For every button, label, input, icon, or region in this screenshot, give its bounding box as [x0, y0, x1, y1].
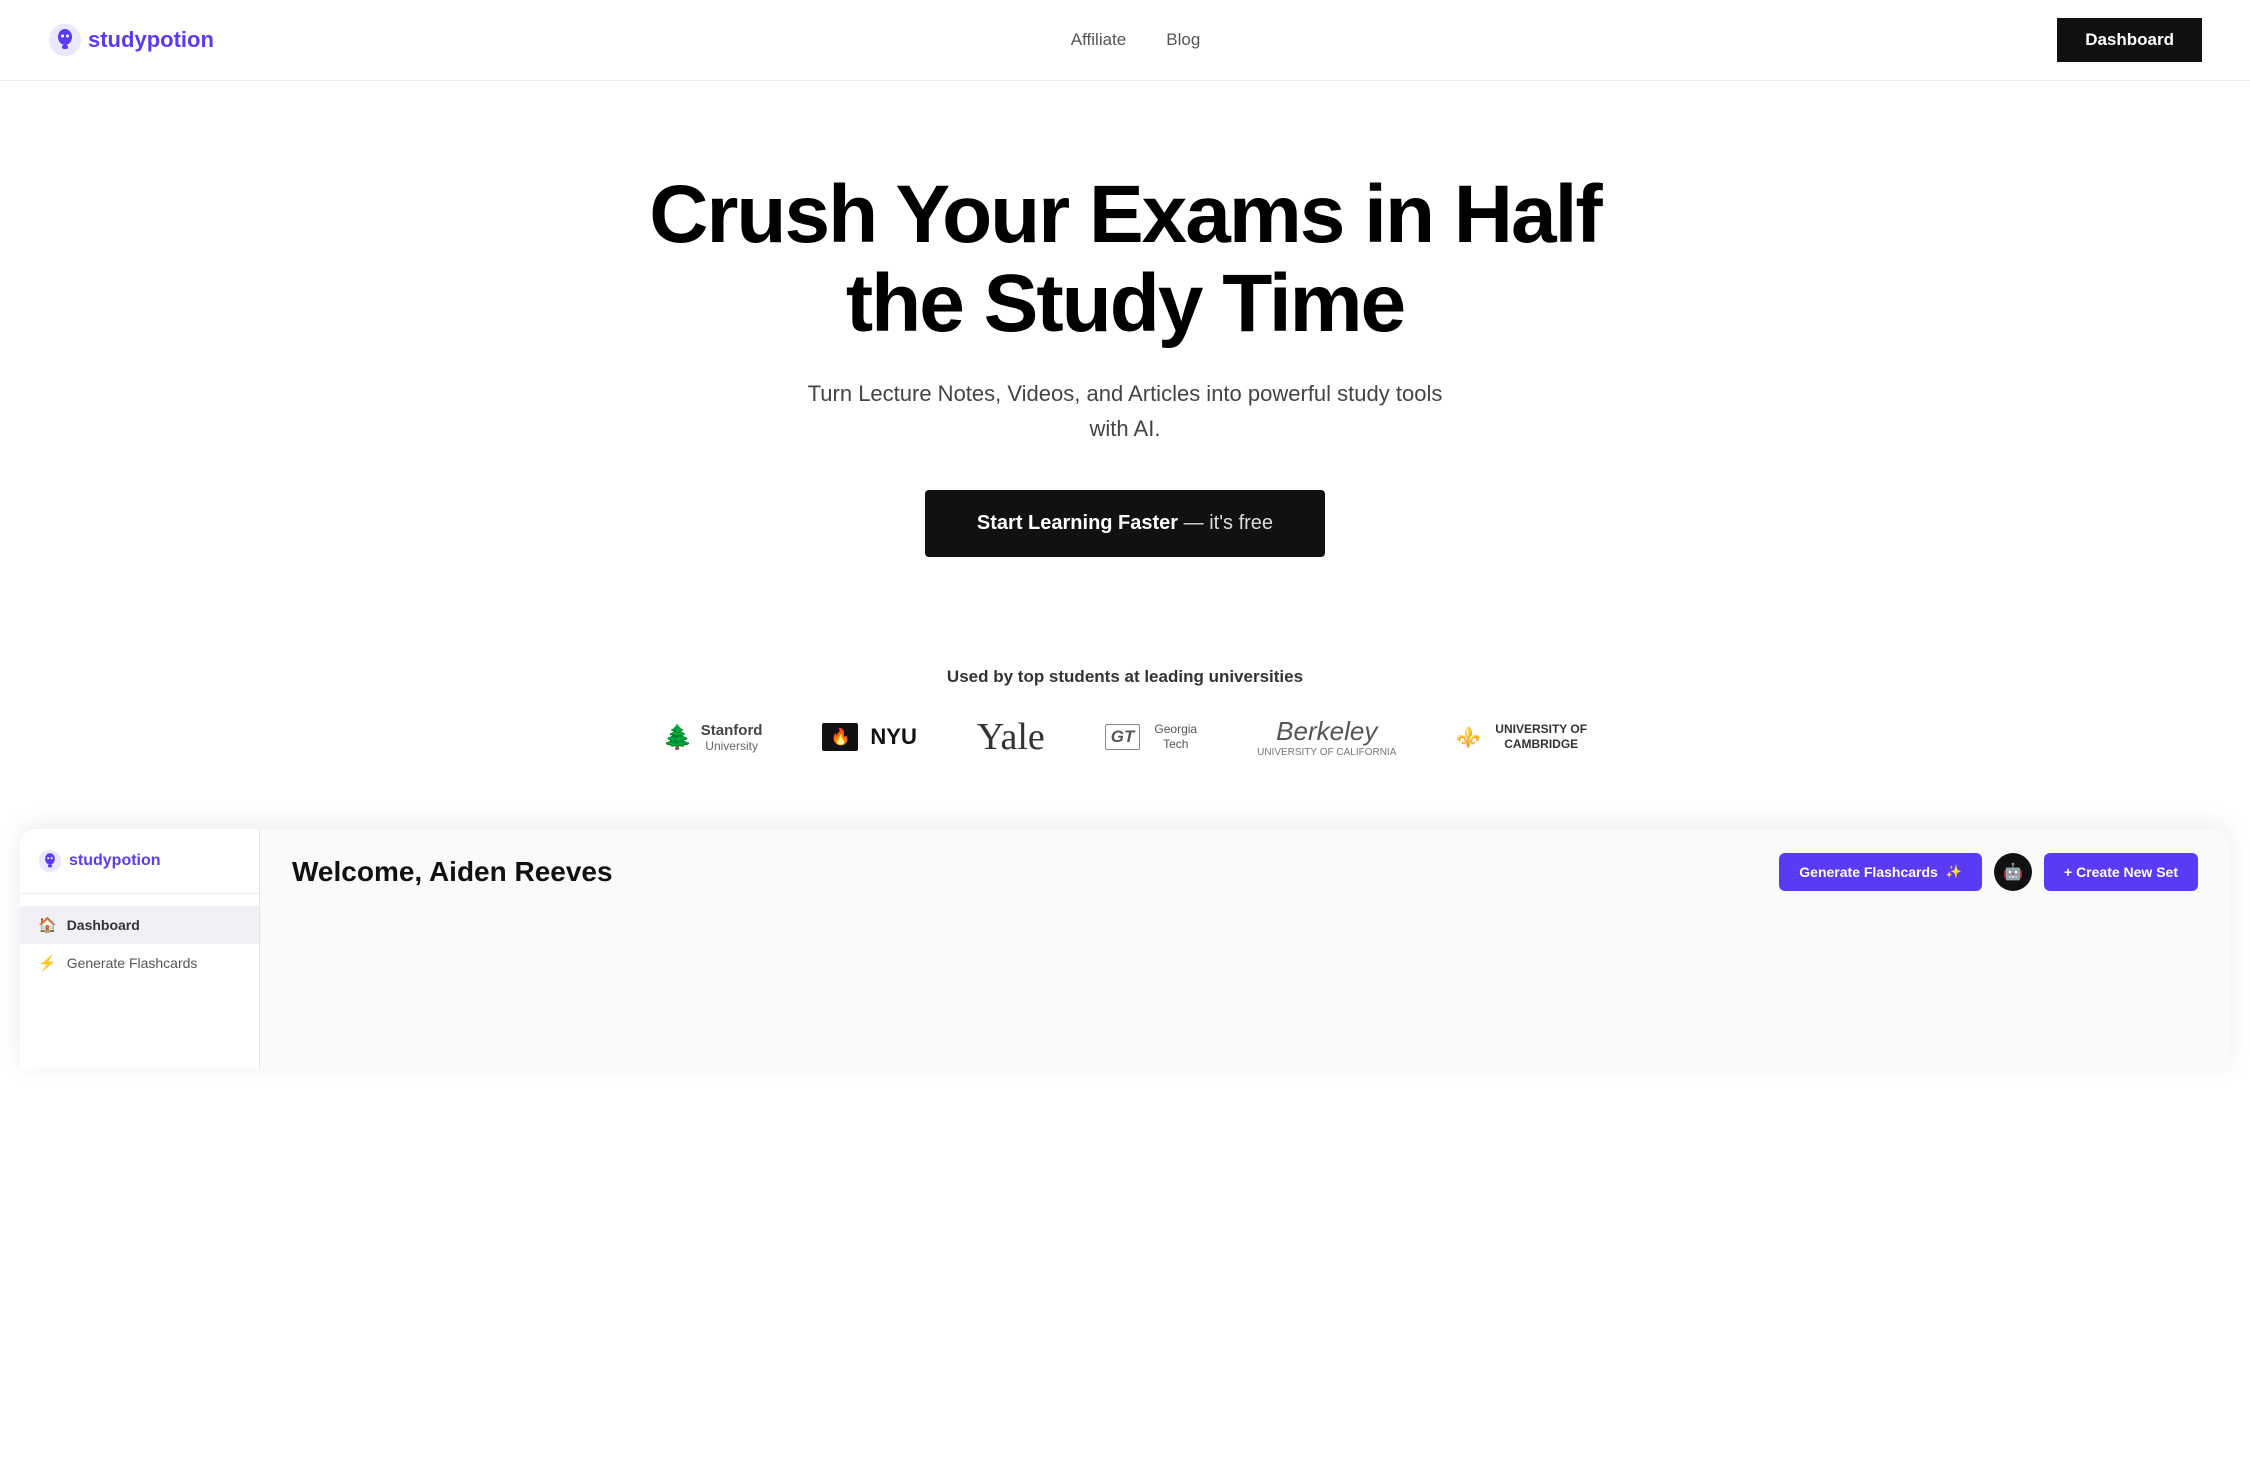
nav-item-affiliate[interactable]: Affiliate	[1071, 30, 1126, 50]
logo-text-start: study	[88, 27, 147, 52]
nav-item-blog[interactable]: Blog	[1166, 30, 1200, 50]
yale-logo: Yale	[977, 715, 1045, 759]
yale-name: Yale	[977, 715, 1045, 759]
hero-subtitle: Turn Lecture Notes, Videos, and Articles…	[645, 376, 1605, 446]
logo-text-end: potion	[147, 27, 214, 52]
cambridge-name: UNIVERSITY OFCAMBRIDGE	[1495, 722, 1587, 753]
hero-section: Crush Your Exams in Half the Study Time …	[625, 81, 1625, 617]
cambridge-logo: ⚜️ UNIVERSITY OFCAMBRIDGE	[1456, 722, 1587, 753]
gt-icon: GT	[1105, 724, 1141, 750]
logo[interactable]: studypotion	[48, 23, 214, 57]
flashcards-icon: ⚡	[38, 954, 57, 972]
sparkle-icon: ✨	[1946, 864, 1962, 880]
logo-icon	[48, 23, 82, 57]
dashboard-sidebar: studypotion 🏠 Dashboard ⚡ Generate Flash…	[20, 829, 260, 1069]
stanford-logo: 🌲 Stanford University	[663, 722, 763, 753]
cta-suffix: — it's free	[1184, 512, 1273, 534]
dashboard-button[interactable]: Dashboard	[2057, 18, 2202, 62]
dashboard-actions: Generate Flashcards ✨ 🤖 + Create New Set	[1779, 853, 2198, 891]
social-proof-heading: Used by top students at leading universi…	[20, 667, 2230, 687]
cambridge-icon: ⚜️	[1456, 725, 1481, 750]
universities-list: 🌲 Stanford University 🔥 NYU Yale GT Geor…	[20, 715, 2230, 759]
blog-link[interactable]: Blog	[1166, 30, 1200, 49]
sidebar-item-dashboard[interactable]: 🏠 Dashboard	[20, 906, 259, 944]
dashboard-preview: studypotion 🏠 Dashboard ⚡ Generate Flash…	[20, 829, 2230, 1069]
georgia-tech-logo: GT GeorgiaTech	[1105, 722, 1197, 753]
cta-main-label: Start Learning Faster	[977, 512, 1178, 534]
generate-flashcards-button[interactable]: Generate Flashcards ✨	[1779, 853, 1982, 891]
affiliate-link[interactable]: Affiliate	[1071, 30, 1126, 49]
hero-title: Crush Your Exams in Half the Study Time	[645, 171, 1605, 348]
create-new-set-button[interactable]: + Create New Set	[2044, 853, 2198, 891]
sidebar-logo-icon	[38, 849, 62, 873]
nyu-badge: 🔥	[822, 723, 858, 751]
nav-links: Affiliate Blog	[1071, 30, 1200, 50]
stanford-name: Stanford University	[701, 722, 763, 753]
sidebar-logo: studypotion	[20, 849, 259, 894]
berkeley-logo: Berkeley UNIVERSITY OF CALIFORNIA	[1257, 716, 1396, 758]
stanford-icon: 🌲	[663, 723, 693, 752]
hero-cta-button[interactable]: Start Learning Faster — it's free	[925, 490, 1325, 557]
sidebar-item-generate-flashcards[interactable]: ⚡ Generate Flashcards	[20, 944, 259, 982]
sidebar-logo-end: potion	[112, 852, 161, 869]
social-proof-section: Used by top students at leading universi…	[0, 617, 2250, 799]
dashboard-header-row: Welcome, Aiden Reeves Generate Flashcard…	[292, 853, 2198, 891]
dashboard-welcome: Welcome, Aiden Reeves	[292, 856, 613, 888]
robot-icon: 🤖	[2003, 862, 2023, 882]
sidebar-flashcards-label: Generate Flashcards	[67, 955, 198, 971]
nyu-name: NYU	[870, 724, 916, 750]
navbar: studypotion Affiliate Blog Dashboard	[0, 0, 2250, 81]
home-icon: 🏠	[38, 916, 57, 934]
sidebar-dashboard-label: Dashboard	[67, 917, 140, 933]
robot-button[interactable]: 🤖	[1994, 853, 2032, 891]
hero-title-line2: the Study Time	[846, 258, 1404, 349]
nyu-logo: 🔥 NYU	[822, 723, 916, 751]
berkeley-name: Berkeley UNIVERSITY OF CALIFORNIA	[1257, 716, 1396, 758]
gt-name: GeorgiaTech	[1154, 722, 1197, 753]
hero-title-line1: Crush Your Exams in Half	[649, 169, 1600, 260]
sidebar-logo-start: study	[69, 852, 112, 869]
generate-flashcards-label: Generate Flashcards	[1799, 864, 1938, 880]
dashboard-main: Welcome, Aiden Reeves Generate Flashcard…	[260, 829, 2230, 1069]
